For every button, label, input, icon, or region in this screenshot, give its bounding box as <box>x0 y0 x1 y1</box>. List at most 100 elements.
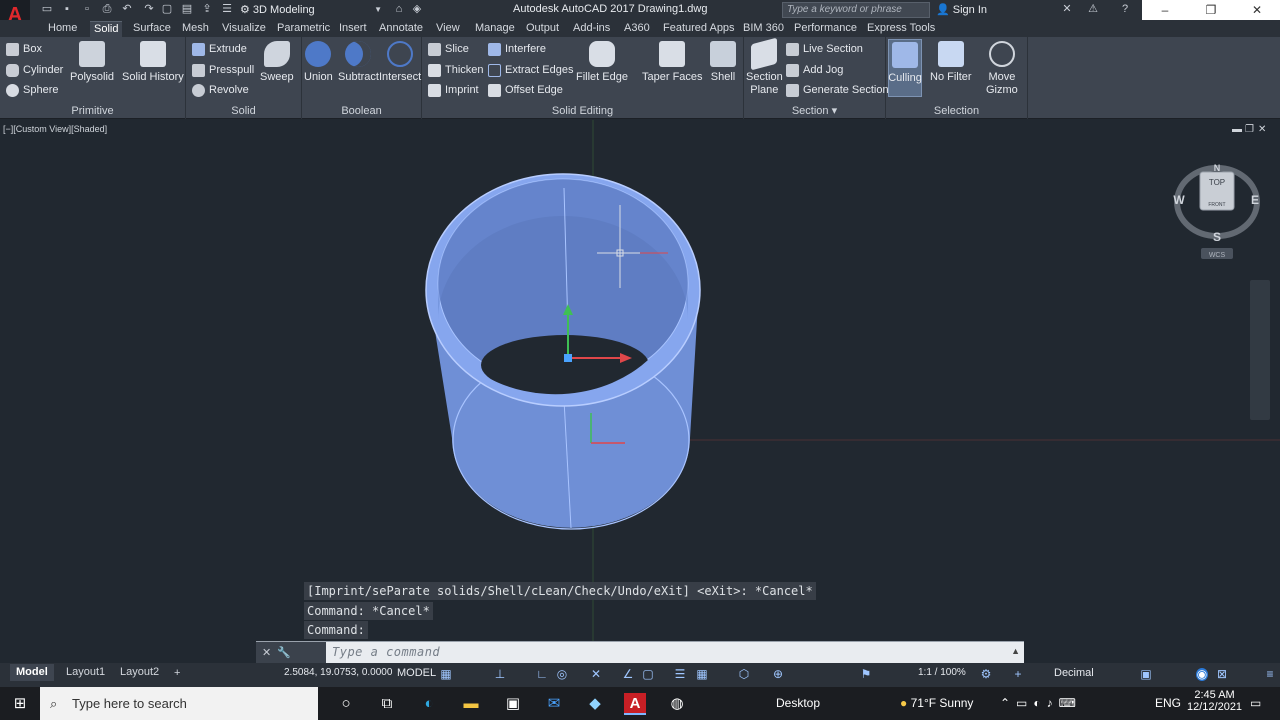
undo-icon[interactable]: ↶ <box>120 3 134 16</box>
close-icon[interactable]: ✕ <box>262 647 277 659</box>
search-input[interactable]: Type a keyword or phrase <box>782 2 930 18</box>
settings-icon[interactable]: ☰ <box>220 3 234 16</box>
tab-view[interactable]: View <box>432 21 464 37</box>
panel-label-primitive[interactable]: Primitive <box>0 105 185 117</box>
windows-start-icon[interactable]: ⊞ <box>9 693 31 715</box>
customize-icon[interactable]: ≡ <box>1264 668 1276 681</box>
scale-selector[interactable]: 1:1 / 100% <box>918 667 966 678</box>
tab-surface[interactable]: Surface <box>129 21 175 37</box>
viewcube-top-label[interactable]: TOP <box>1209 178 1225 187</box>
annotation-icon[interactable]: ⬡ <box>738 668 750 681</box>
autocad-taskbar-icon[interactable]: A <box>624 693 646 715</box>
a360-icon[interactable]: ⚠ <box>1086 3 1100 16</box>
hardware-icon[interactable]: ⊠ <box>1216 668 1228 681</box>
intersect-button[interactable]: Intersect <box>379 41 421 84</box>
box-button[interactable]: Box <box>6 40 42 58</box>
drawing-viewport[interactable]: [−][Custom View][Shaded] ▬ ❐ ✕ TOP FRONT… <box>0 120 1280 660</box>
tab-model[interactable]: Model <box>10 664 54 681</box>
annotation-scale-icon[interactable]: ⚑ <box>860 668 872 681</box>
compass-s-label[interactable]: S <box>1213 230 1221 244</box>
command-line-tools[interactable]: ✕🔧 <box>256 642 326 664</box>
tab-solid[interactable]: Solid <box>90 21 123 37</box>
tab-add-ins[interactable]: Add-ins <box>569 21 614 37</box>
solid-history-button[interactable]: Solid History <box>122 41 184 84</box>
polar-icon[interactable]: ◎ <box>556 668 568 681</box>
file-explorer-icon[interactable]: ▬ <box>460 693 482 715</box>
transparency-icon[interactable]: ☰ <box>674 668 686 681</box>
cylinder-button[interactable]: Cylinder <box>6 61 63 79</box>
no-filter-button[interactable]: No Filter <box>930 41 972 84</box>
union-button[interactable]: Union <box>304 41 333 84</box>
mail-icon[interactable]: ✉ <box>543 693 565 715</box>
panel-label-section[interactable]: Section ▾ <box>744 104 885 117</box>
sign-in-button[interactable]: 👤 Sign In <box>936 2 987 18</box>
coordinates-readout[interactable]: 2.5084, 19.0753, 0.0000 <box>284 667 392 678</box>
share-icon[interactable]: ⇪ <box>200 3 214 16</box>
gear-icon[interactable]: ⚙ <box>980 668 992 681</box>
thicken-button[interactable]: Thicken <box>428 61 484 79</box>
add-jog-button[interactable]: Add Jog <box>786 61 843 79</box>
language-indicator[interactable]: ENG <box>1155 696 1181 710</box>
tab-insert[interactable]: Insert <box>335 21 371 37</box>
task-view-icon[interactable]: ⧉ <box>376 693 398 715</box>
slice-button[interactable]: Slice <box>428 40 469 58</box>
notifications-icon[interactable]: ▭ <box>1250 696 1261 710</box>
isolate-icon[interactable]: ◉ <box>1196 668 1208 681</box>
lineweight-icon[interactable]: ∠ <box>622 668 634 681</box>
tab-bim-360[interactable]: BIM 360 <box>739 21 788 37</box>
plus-icon[interactable]: + <box>1012 668 1024 681</box>
edge-icon[interactable]: ◐ <box>418 693 440 715</box>
tab-express-tools[interactable]: Express Tools <box>863 21 939 37</box>
selection-cycling-icon[interactable]: ▦ <box>696 668 708 681</box>
print-icon[interactable]: ⎙ <box>100 3 114 16</box>
save-icon[interactable]: ▪ <box>60 3 74 16</box>
move-gizmo-button[interactable]: Move Gizmo <box>986 41 1018 97</box>
fillet-edge-button[interactable]: Fillet Edge <box>576 41 628 84</box>
compass-e-label[interactable]: E <box>1251 193 1259 207</box>
polysolid-button[interactable]: Polysolid <box>70 41 114 84</box>
add-layout-icon[interactable]: + <box>174 667 180 679</box>
saveas-icon[interactable]: ▫ <box>80 3 94 16</box>
layer-icon[interactable]: ◈ <box>410 3 424 16</box>
viewcube-front-label[interactable]: FRONT <box>1208 202 1225 208</box>
exchange-icon[interactable]: ✕ <box>1060 3 1074 16</box>
help-icon[interactable]: ? <box>1118 3 1132 16</box>
tab-parametric[interactable]: Parametric <box>273 21 334 37</box>
ortho-icon[interactable]: ∟ <box>536 668 548 681</box>
obs-icon[interactable]: ◍ <box>666 693 688 715</box>
taskbar-search-input[interactable]: ⌕ Type here to search <box>40 687 318 720</box>
store-icon[interactable]: ▣ <box>502 693 524 715</box>
shell-button[interactable]: Shell <box>710 41 736 84</box>
navigation-bar[interactable] <box>1250 280 1270 420</box>
clean-screen-icon[interactable]: ▣ <box>1140 668 1152 681</box>
culling-button[interactable]: Culling <box>888 39 922 97</box>
tab-featured-apps[interactable]: Featured Apps <box>659 21 739 37</box>
units-selector[interactable]: Decimal <box>1054 667 1094 679</box>
generate-section-button[interactable]: Generate Section <box>786 81 889 99</box>
close-button[interactable]: ✕ <box>1234 0 1280 20</box>
tab-layout2[interactable]: Layout2 <box>114 664 165 681</box>
tab-mesh[interactable]: Mesh <box>178 21 213 37</box>
sphere-button[interactable]: Sphere <box>6 81 58 99</box>
extract-edges-button[interactable]: Extract Edges <box>488 61 573 79</box>
plot-icon[interactable]: ▤ <box>180 3 194 16</box>
compass-n-label[interactable]: N <box>1214 163 1221 173</box>
sweep-button[interactable]: Sweep <box>260 41 294 84</box>
imprint-button[interactable]: Imprint <box>428 81 479 99</box>
tray-icons[interactable]: ⌃▭◐♪⌨ <box>1000 696 1082 710</box>
tab-performance[interactable]: Performance <box>790 21 861 37</box>
open-icon[interactable]: ▭ <box>40 3 54 16</box>
tab-home[interactable]: Home <box>44 21 81 37</box>
desktop-toolbar[interactable]: Desktop <box>776 696 820 710</box>
extrude-button[interactable]: Extrude <box>192 40 247 58</box>
weather-widget[interactable]: ● 71°F Sunny <box>900 696 973 710</box>
tab-annotate[interactable]: Annotate <box>375 21 427 37</box>
command-input[interactable]: Type a command <box>332 645 440 659</box>
interfere-button[interactable]: Interfere <box>488 40 546 58</box>
compass-w-label[interactable]: W <box>1173 193 1185 207</box>
offset-edge-button[interactable]: Offset Edge <box>488 81 563 99</box>
gizmo-origin[interactable] <box>564 354 572 362</box>
tab-layout1[interactable]: Layout1 <box>60 664 111 681</box>
maximize-button[interactable]: ❐ <box>1188 0 1234 20</box>
tab-manage[interactable]: Manage <box>471 21 519 37</box>
